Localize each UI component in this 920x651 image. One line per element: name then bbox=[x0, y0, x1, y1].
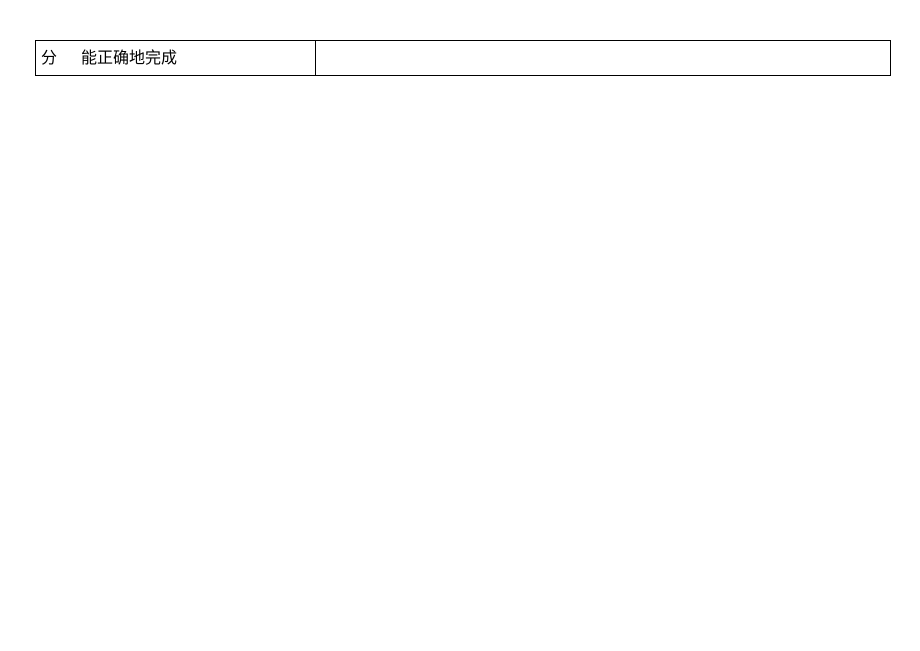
cell-text-col2: 能正确地完成 bbox=[81, 44, 177, 68]
table-row: 分 能正确地完成 bbox=[36, 41, 890, 75]
cell-text-col1: 分 bbox=[41, 44, 81, 68]
table: 分 能正确地完成 bbox=[35, 40, 891, 76]
table-cell-right bbox=[316, 41, 890, 75]
table-cell-left: 分 能正确地完成 bbox=[36, 41, 316, 75]
